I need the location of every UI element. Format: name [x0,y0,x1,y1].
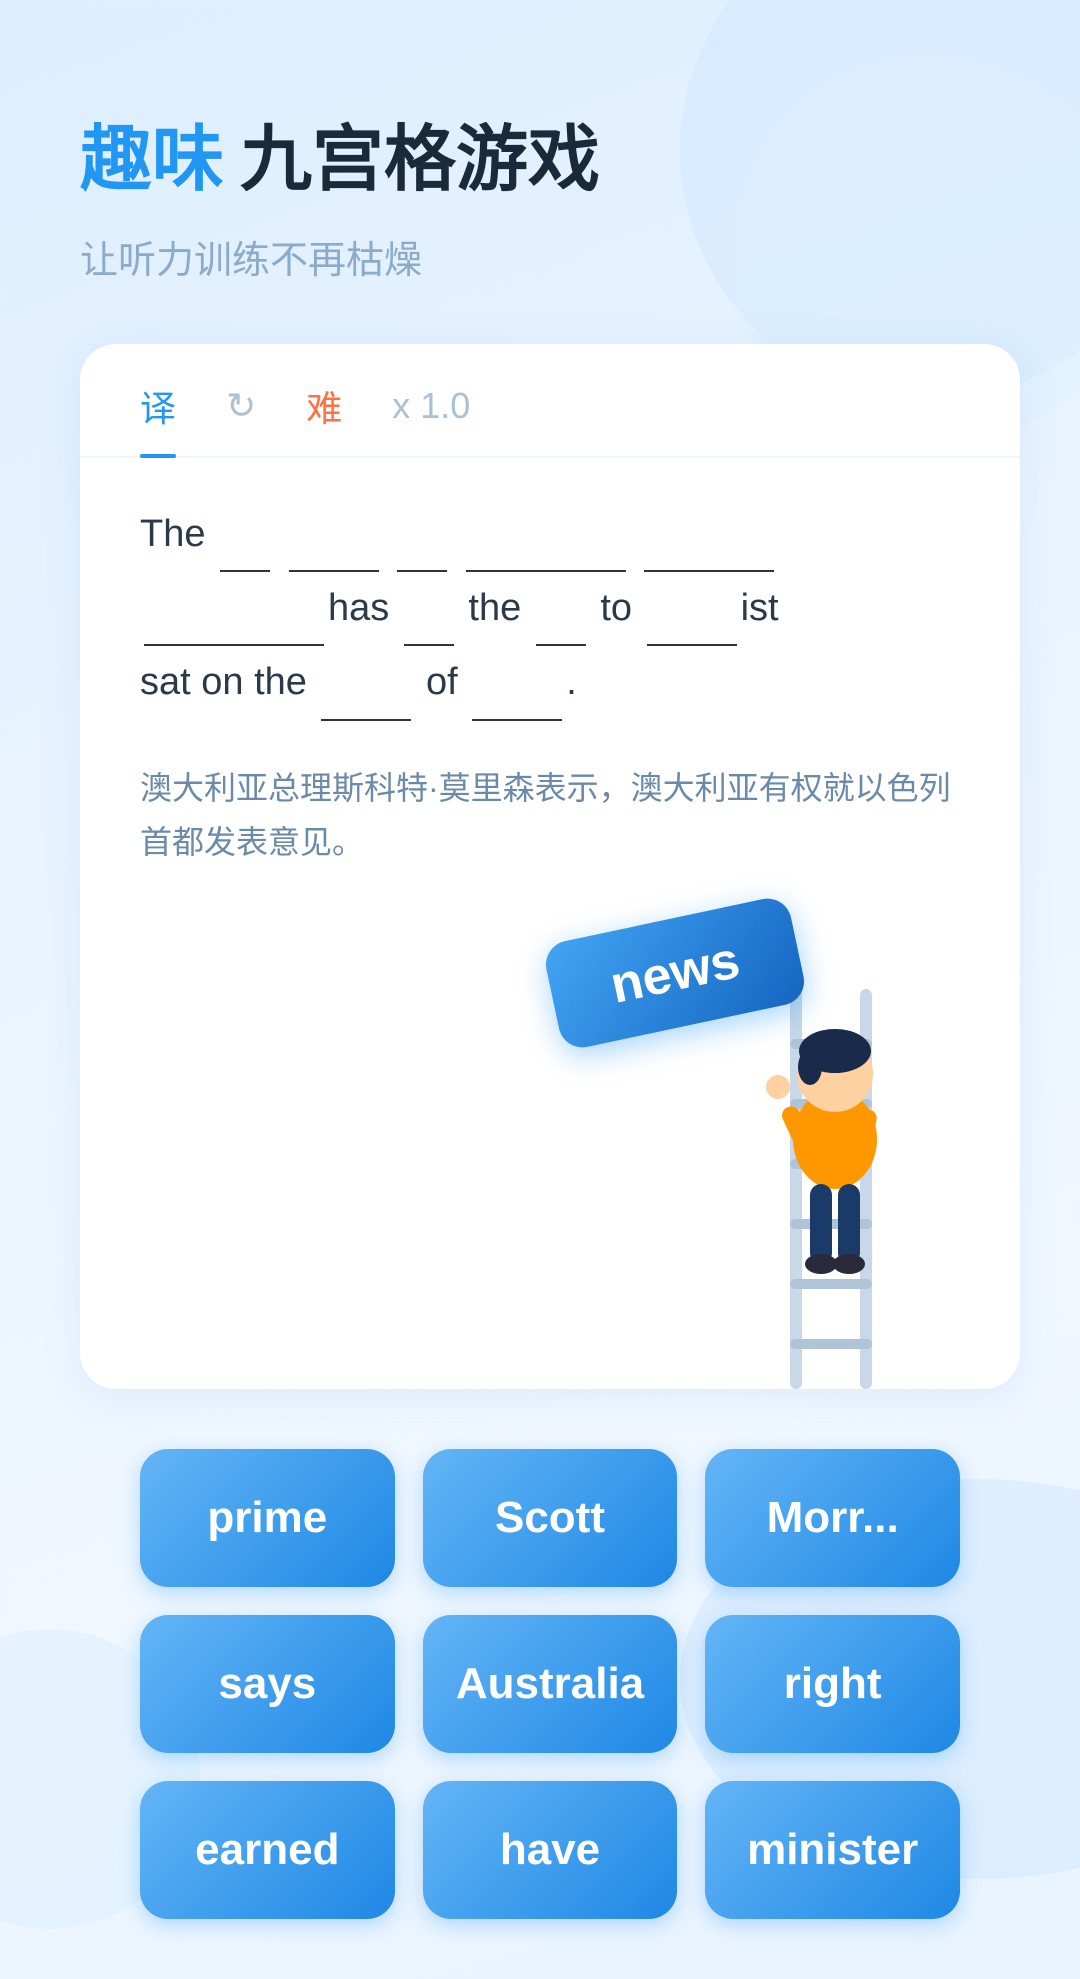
blank-11 [472,646,562,720]
blank-2 [289,498,379,572]
subtitle: 让听力训练不再枯燥 [80,229,1020,284]
sentence-text: The has the to ist sat on the of [140,498,960,721]
tab-speed[interactable]: x 1.0 [392,385,470,451]
word-btn-says[interactable]: says [140,1615,395,1753]
translation-text: 澳大利亚总理斯科特·莫里森表示，澳大利亚有权就以色列首都发表意见。 [80,761,1020,870]
title-highlight: 趣味 [80,100,224,205]
illustration-area: news [80,889,1020,1389]
word-grid: prime Scott Morr... says Australia right… [80,1449,1020,1919]
word-btn-minister[interactable]: minister [705,1781,960,1919]
blank-3 [397,498,447,572]
page-header: 趣味 九宫格游戏 [80,100,1020,205]
word-btn-right[interactable]: right [705,1615,960,1753]
tab-bar: 译 ↻ 难 x 1.0 [80,344,1020,458]
blank-5 [644,498,774,572]
word-btn-scott[interactable]: Scott [423,1449,678,1587]
word-btn-morrison[interactable]: Morr... [705,1449,960,1587]
blank-8 [536,572,586,646]
word-btn-prime[interactable]: prime [140,1449,395,1587]
blank-7 [404,572,454,646]
tab-translate[interactable]: 译 [140,380,176,456]
sentence-area: The has the to ist sat on the of [80,498,1020,721]
tab-refresh[interactable]: ↻ [226,385,256,451]
title-main: 九宫格游戏 [240,100,600,205]
blank-1 [220,498,270,572]
tab-hard[interactable]: 难 [306,380,342,456]
blank-10 [321,646,411,720]
blank-4 [466,498,626,572]
blank-9 [647,572,737,646]
word-btn-australia[interactable]: Australia [423,1615,678,1753]
word-btn-earned[interactable]: earned [140,1781,395,1919]
game-card: 译 ↻ 难 x 1.0 The [80,344,1020,1389]
word-btn-have[interactable]: have [423,1781,678,1919]
blank-6 [144,572,324,646]
refresh-icon: ↻ [226,385,256,426]
